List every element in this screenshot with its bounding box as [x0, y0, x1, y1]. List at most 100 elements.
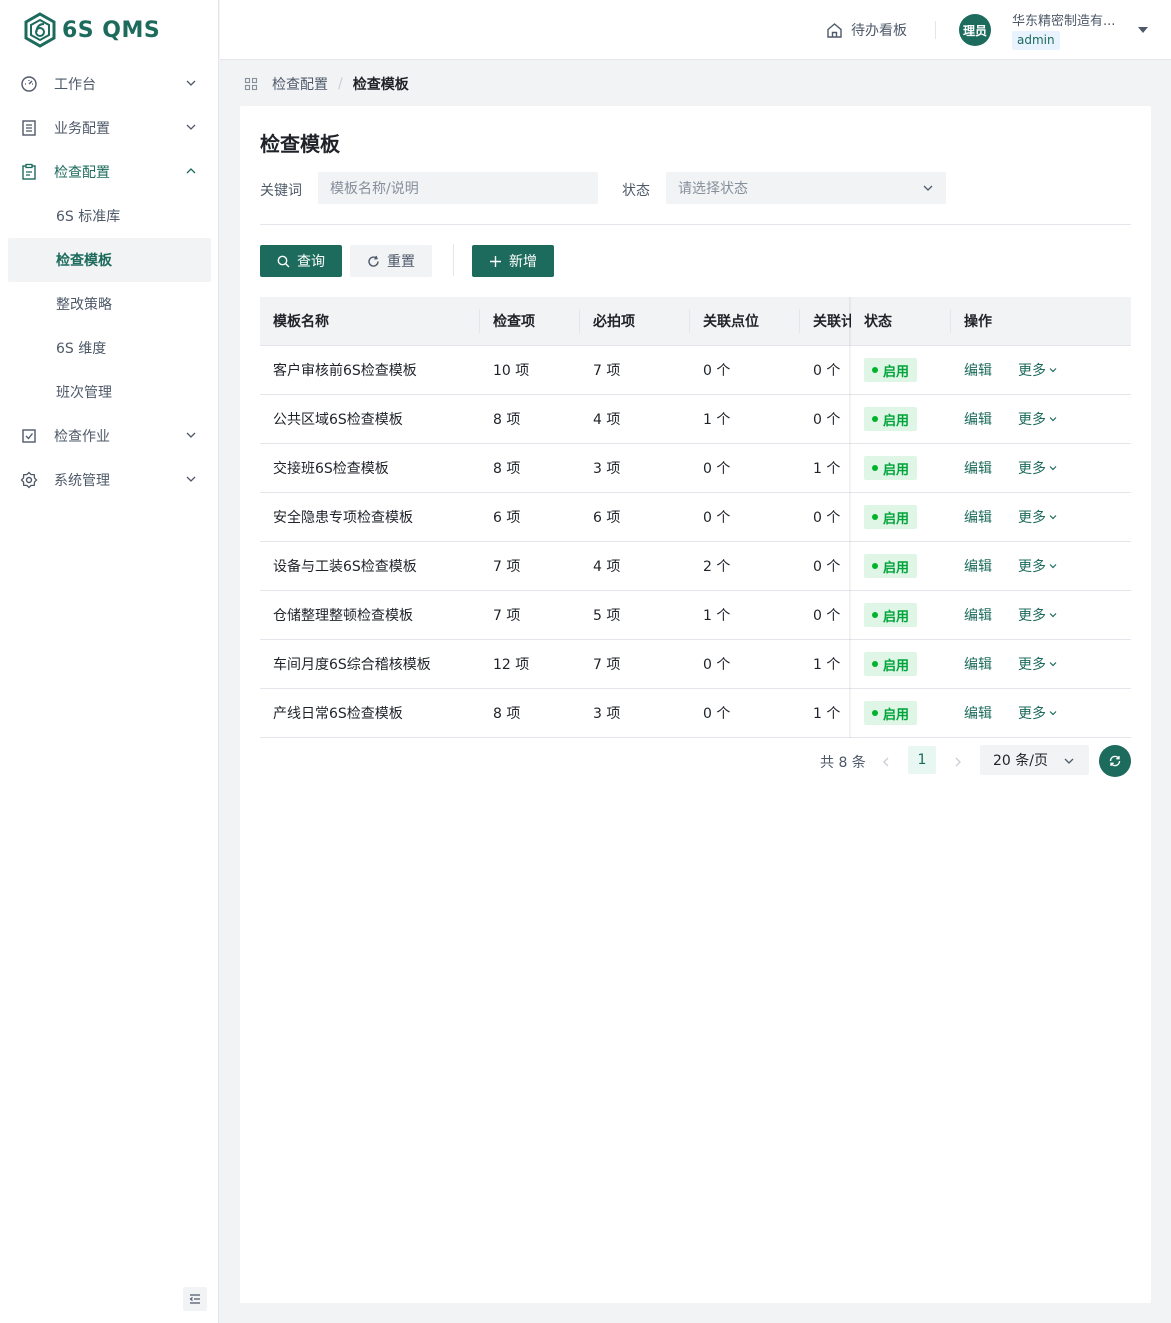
- plan-count: 0 个: [813, 559, 841, 575]
- photo-count: 5 项: [593, 608, 621, 624]
- status-cell: 启用: [851, 444, 951, 492]
- more-label: 更多: [1018, 461, 1046, 477]
- caret-down-icon[interactable]: [1138, 26, 1148, 34]
- plan-count: 1 个: [813, 657, 841, 673]
- edit-link[interactable]: 编辑: [964, 507, 992, 527]
- sidebar-subitem-6s-standards[interactable]: 6S 标准库: [8, 194, 211, 238]
- more-dropdown[interactable]: 更多: [1018, 409, 1058, 429]
- more-dropdown[interactable]: 更多: [1018, 556, 1058, 576]
- sidebar-item-inspection-config[interactable]: 检查配置: [0, 150, 219, 194]
- home-icon: [827, 22, 842, 38]
- status-cell: 启用: [851, 689, 951, 737]
- templates-table: 模板名称 检查项 必拍项 关联点位 关联计 状态 操作 客户审核前6S检查模板 1…: [260, 297, 1131, 738]
- table-row: 仓储整理整顿检查模板 7 项 5 项 1 个 0 个 启用 编辑 更多: [260, 591, 1131, 640]
- todo-board-link[interactable]: 待办看板: [826, 20, 907, 40]
- edit-link[interactable]: 编辑: [964, 409, 992, 429]
- edit-link[interactable]: 编辑: [964, 654, 992, 674]
- add-button[interactable]: 新增: [472, 245, 554, 277]
- table-row: 安全隐患专项检查模板 6 项 6 项 0 个 0 个 启用 编辑 更多: [260, 493, 1131, 542]
- edit-link[interactable]: 编辑: [964, 556, 992, 576]
- collapse-sidebar-button[interactable]: [183, 1287, 207, 1311]
- status-badge: 启用: [864, 603, 918, 627]
- sidebar-subitem-inspection-templates[interactable]: 检查模板: [8, 238, 211, 282]
- table-row: 公共区域6S检查模板 8 项 4 项 1 个 0 个 启用 编辑 更多: [260, 395, 1131, 444]
- item-count: 12 项: [493, 657, 530, 673]
- photo-count: 4 项: [593, 559, 621, 575]
- menu-fold-icon: [189, 1294, 200, 1304]
- chevron-down-icon: [1049, 466, 1057, 471]
- gear-icon: [20, 471, 38, 489]
- more-dropdown[interactable]: 更多: [1018, 605, 1058, 625]
- page-size-value: 20 条/页: [993, 753, 1048, 769]
- more-dropdown[interactable]: 更多: [1018, 507, 1058, 527]
- status-dot-icon: [872, 514, 878, 520]
- clipboard-icon: [22, 163, 36, 180]
- status-dot-icon: [872, 661, 878, 667]
- page-title: 检查模板: [260, 132, 340, 156]
- chevron-down-icon: [1049, 711, 1057, 716]
- status-select-placeholder: 请选择状态: [678, 181, 748, 197]
- edit-link[interactable]: 编辑: [964, 458, 992, 478]
- reset-button[interactable]: 重置: [350, 245, 432, 277]
- org-name[interactable]: 华东精密制造有...: [1012, 10, 1128, 29]
- sidebar-subitem-6s-dimensions[interactable]: 6S 维度: [8, 326, 211, 370]
- chevron-down-icon: [923, 185, 933, 191]
- query-label: 查询: [297, 254, 325, 270]
- refresh-button[interactable]: [1099, 745, 1131, 777]
- status-dot-icon: [872, 367, 878, 373]
- plan-count: 1 个: [813, 706, 841, 722]
- logo[interactable]: 6S QMS: [22, 10, 160, 50]
- template-name: 产线日常6S检查模板: [273, 706, 403, 722]
- more-dropdown[interactable]: 更多: [1018, 360, 1058, 380]
- status-badge: 启用: [864, 554, 918, 578]
- sidebar-item-system-management[interactable]: 系统管理: [0, 458, 219, 502]
- point-count: 0 个: [703, 706, 731, 722]
- apps-icon: [244, 77, 258, 91]
- sidebar-item-inspection-tasks[interactable]: 检查作业: [0, 414, 219, 458]
- status-text: 启用: [883, 707, 910, 723]
- status-text: 启用: [883, 511, 910, 527]
- chevron-right-icon[interactable]: [950, 754, 966, 770]
- column-header-status: 状态: [864, 314, 892, 330]
- fixed-column-shadow: [849, 297, 852, 738]
- avatar[interactable]: 理员: [959, 14, 991, 46]
- status-cell: 启用: [851, 493, 951, 541]
- sidebar-item-workbench[interactable]: 工作台: [0, 62, 219, 106]
- chevron-left-icon[interactable]: [878, 754, 894, 770]
- more-dropdown[interactable]: 更多: [1018, 458, 1058, 478]
- breadcrumb-parent[interactable]: 检查配置: [272, 74, 328, 94]
- sidebar-item-business-config[interactable]: 业务配置: [0, 106, 219, 150]
- pagination-page-1[interactable]: 1: [908, 746, 936, 774]
- more-dropdown[interactable]: 更多: [1018, 654, 1058, 674]
- template-name: 客户审核前6S检查模板: [273, 363, 417, 379]
- more-dropdown[interactable]: 更多: [1018, 703, 1058, 723]
- point-count: 0 个: [703, 461, 731, 477]
- more-label: 更多: [1018, 706, 1046, 722]
- table-row: 设备与工装6S检查模板 7 项 4 项 2 个 0 个 启用 编辑 更多: [260, 542, 1131, 591]
- point-count: 2 个: [703, 559, 731, 575]
- column-header-actions: 操作: [964, 314, 992, 330]
- status-dot-icon: [872, 710, 878, 716]
- sidebar-subitem-shift-management[interactable]: 班次管理: [8, 370, 211, 414]
- logo-text: 6S QMS: [62, 17, 161, 43]
- more-label: 更多: [1018, 363, 1046, 379]
- status-select[interactable]: 请选择状态: [666, 172, 946, 204]
- chevron-down-icon: [186, 476, 196, 482]
- search-icon: [277, 255, 290, 267]
- more-label: 更多: [1018, 412, 1046, 428]
- template-name: 交接班6S检查模板: [273, 461, 389, 477]
- query-button[interactable]: 查询: [260, 245, 342, 277]
- todo-board-label: 待办看板: [851, 23, 907, 39]
- edit-link[interactable]: 编辑: [964, 360, 992, 380]
- sidebar-subitem-rectification-policy[interactable]: 整改策略: [8, 282, 211, 326]
- page-size-select[interactable]: 20 条/页: [980, 745, 1089, 775]
- table-row: 车间月度6S综合稽核模板 12 项 7 项 0 个 1 个 启用 编辑 更多: [260, 640, 1131, 689]
- status-dot-icon: [872, 563, 878, 569]
- edit-link[interactable]: 编辑: [964, 605, 992, 625]
- keyword-input[interactable]: 模板名称/说明: [318, 172, 598, 204]
- item-count: 8 项: [493, 461, 521, 477]
- edit-link[interactable]: 编辑: [964, 703, 992, 723]
- more-label: 更多: [1018, 608, 1046, 624]
- column-header-name: 模板名称: [273, 314, 329, 330]
- status-dot-icon: [872, 465, 878, 471]
